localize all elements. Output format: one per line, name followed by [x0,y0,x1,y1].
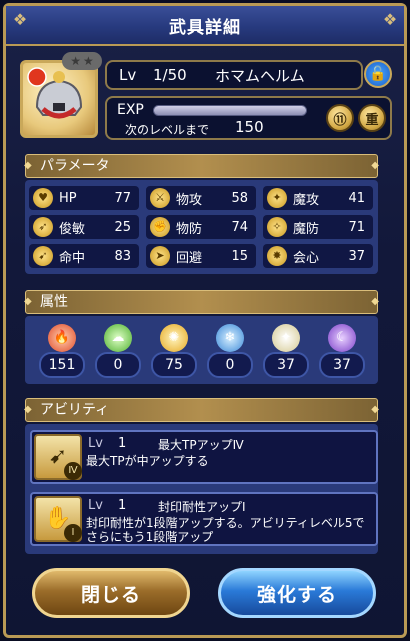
fire-icon: 🔥 [48,324,76,352]
enhance-button[interactable]: 強化する [218,568,376,618]
ability-desc: 封印耐性が1段階アップする。アビリティレベル5でさらにもう1段階アップ [86,516,365,544]
param-crit: ✸ 会心 37 [263,244,373,268]
next-level-value: 150 [235,118,264,136]
attr-light: ✺ 75 [151,324,197,380]
attributes-panel: 🔥 151 ☁ 0 ✺ 75 ❄ 0 ✦ 37 ☾ 37 [25,316,378,384]
magic-shield-icon: ✧ [267,217,287,237]
attr-dark: ☾ 37 [319,324,365,380]
param-hp: ♥ HP 77 [29,186,139,210]
page-title: 武具詳細 [169,17,241,38]
param-pdef: ✊ 物防 74 [146,215,256,239]
boot-icon: ➶ [33,217,53,237]
water-icon: ❄ [216,324,244,352]
crit-icon: ✸ [267,246,287,266]
param-patk: ⚔ 物攻 58 [146,186,256,210]
param-agi: ➶ 俊敏 25 [29,215,139,239]
level-row: Lv 1/50 ホマムヘルム [105,60,363,90]
arm-icon: ✊ [150,217,170,237]
param-matk: ✦ 魔攻 41 [263,186,373,210]
ability-level: 1 [118,498,127,513]
weight-button[interactable]: 重 [358,104,386,132]
tp-up-icon: ➹ Ⅳ [34,434,82,480]
attr-water: ❄ 0 [207,324,253,380]
lock-button[interactable]: 🔓 [364,60,392,88]
exp-label: EXP [117,102,144,118]
corner-ornament-icon: ❖ [12,10,28,29]
ability-name: 最大TPアップⅣ [158,438,244,452]
title-bar: ❖ 武具詳細 ❖ [6,6,404,46]
close-button[interactable]: 閉じる [32,568,190,618]
ability-level: 1 [118,436,127,451]
param-mdef: ✧ 魔防 71 [263,215,373,239]
heart-icon: ♥ [33,188,53,208]
holy-icon: ✦ [272,324,300,352]
bow-icon: ➹ [33,246,53,266]
params-panel: ♥ HP 77 ⚔ 物攻 58 ✦ 魔攻 41 ➶ 俊敏 25 ✊ 物防 74 ✧ 魔防 71 ➹ 命中 8… [25,180,378,274]
next-level-label: 次のレベルまで [125,123,210,137]
level-value: 1/50 [153,66,187,84]
ability-level-label: Lv [88,498,103,513]
param-hit: ➹ 命中 83 [29,244,139,268]
wind-icon: ☁ [104,324,132,352]
wand-icon: ✦ [267,188,287,208]
ability-name: 封印耐性アップⅠ [158,500,246,514]
param-eva: ➤ 回避 15 [146,244,256,268]
rarity-stars: ★ ★ [62,52,102,70]
attributes-header: 属性 [24,290,379,314]
upgrade-button[interactable]: ⑪ [326,104,354,132]
abilities-header: アビリティ [24,398,379,422]
attr-fire: 🔥 151 [39,324,85,380]
dodge-icon: ➤ [150,246,170,266]
ability-level-label: Lv [88,436,103,451]
light-icon: ✺ [160,324,188,352]
ability-desc: 最大TPが中アップする [86,454,209,468]
ability-item[interactable]: ➹ Ⅳ Lv 1 最大TPアップⅣ 最大TPが中アップする [30,430,378,484]
params-header: パラメータ [24,154,379,178]
lock-icon: 🔓 [369,66,387,82]
dark-icon: ☾ [328,324,356,352]
level-label: Lv [119,66,137,84]
attr-holy: ✦ 37 [263,324,309,380]
corner-ornament-icon: ❖ [382,10,398,29]
exp-bar [153,105,307,116]
attr-wind: ☁ 0 [95,324,141,380]
ability-item[interactable]: ✋ Ⅰ Lv 1 封印耐性アップⅠ 封印耐性が1段階アップする。アビリティレベル5… [30,492,378,546]
item-name: ホマムヘルム [215,66,305,85]
sword-icon: ⚔ [150,188,170,208]
helm-item-icon [20,60,98,138]
seal-resist-icon: ✋ Ⅰ [34,496,82,542]
